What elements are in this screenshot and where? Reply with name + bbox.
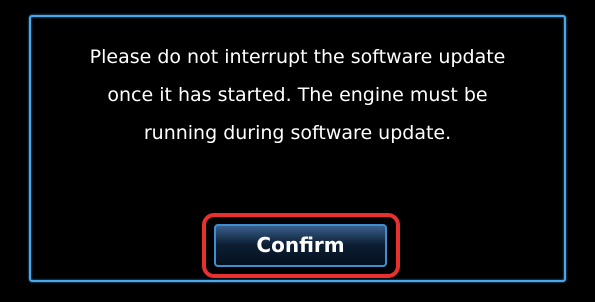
message-line-3: running during software update. [143, 122, 452, 144]
confirm-button[interactable]: Confirm [214, 224, 387, 267]
update-warning-message: Please do not interrupt the software upd… [31, 38, 564, 152]
message-line-1: Please do not interrupt the software upd… [89, 46, 506, 68]
message-line-2: once it has started. The engine must be [107, 84, 488, 106]
infotainment-screen: Please do not interrupt the software upd… [0, 0, 595, 302]
